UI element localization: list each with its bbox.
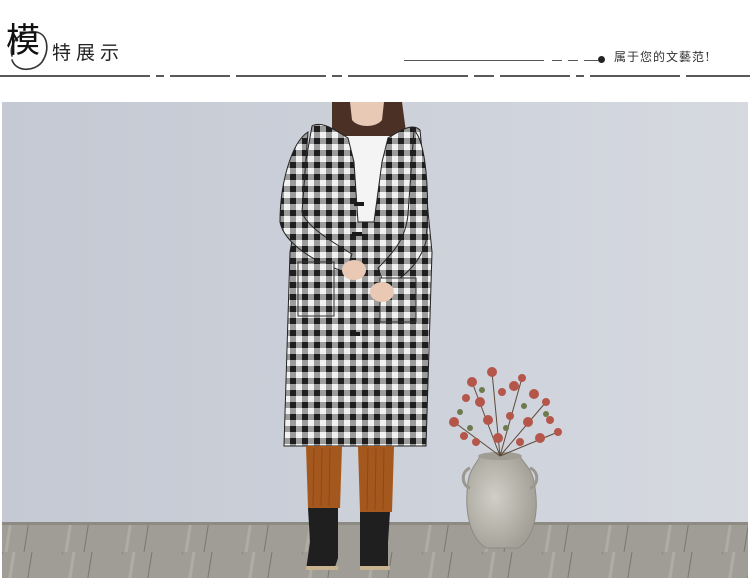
slogan-rule-dash — [552, 60, 562, 61]
slogan-rule-dash — [568, 60, 578, 61]
section-header: 模 特展示 属于您的文藝范! — [0, 0, 750, 100]
slogan-text: 属于您的文藝范! — [614, 50, 711, 64]
section-title: 特展示 — [52, 42, 125, 64]
model-photo — [2, 102, 748, 578]
slogan-rule — [404, 60, 544, 61]
slogan-rule-dash — [584, 60, 598, 61]
title-first-char: 模 — [6, 21, 40, 61]
dashed-divider — [0, 75, 750, 77]
model-photo-illustration — [2, 102, 748, 578]
slogan-dot-icon — [598, 56, 605, 63]
